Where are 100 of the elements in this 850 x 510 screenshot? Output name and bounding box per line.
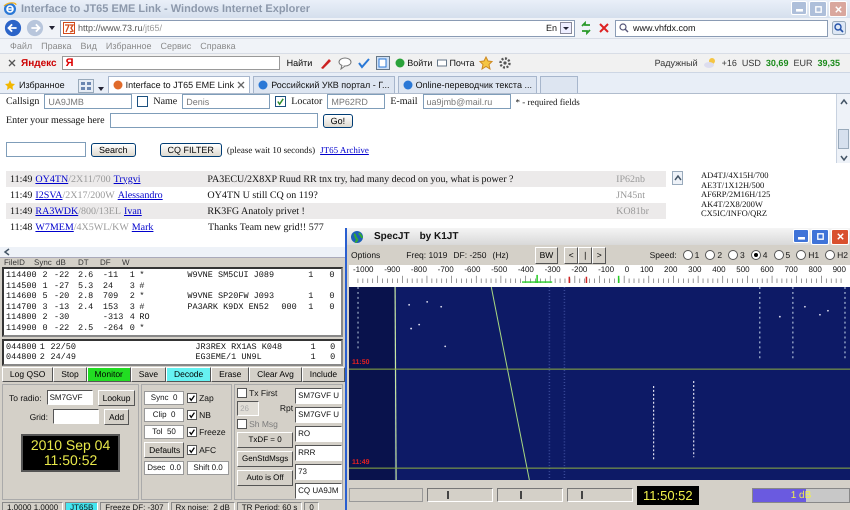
options-menu[interactable]: Options	[351, 250, 380, 260]
address-bar[interactable]: http://www.73.ru/jt65/ En	[60, 20, 575, 36]
station-entry[interactable]: AK4T/2X8/200W	[701, 200, 770, 209]
checkbox[interactable]	[137, 96, 148, 107]
mail-button[interactable]: Почта	[437, 58, 474, 68]
operator-name-link[interactable]: Alessandro	[118, 190, 163, 200]
control-button[interactable]: Log QSO	[2, 366, 54, 382]
document-icon[interactable]	[376, 56, 390, 70]
add-button[interactable]: Add	[104, 408, 130, 425]
lookup-button[interactable]: Lookup	[98, 390, 136, 406]
browser-tab[interactable]: Interface to JT65 EME Link	[108, 76, 250, 93]
checkbox[interactable]: Tx First	[237, 388, 294, 398]
navigation-button[interactable]: >	[592, 246, 606, 264]
slider-track[interactable]	[427, 488, 493, 502]
slider-handle[interactable]	[447, 491, 450, 499]
browser-tab[interactable]: Online-переводчик текста ...	[398, 76, 537, 93]
checkbox[interactable]: NB	[187, 408, 230, 422]
bandwidth-button[interactable]: BW	[534, 246, 558, 264]
login-button[interactable]: Войти	[395, 58, 432, 68]
control-button[interactable]: Clear Avg	[249, 366, 302, 382]
control-button[interactable]: Include	[302, 366, 345, 382]
scrollbar[interactable]	[836, 94, 850, 163]
speech-bubble-icon[interactable]	[338, 56, 352, 70]
pen-icon[interactable]	[319, 56, 334, 70]
archive-link[interactable]: JT65 Archive	[320, 144, 369, 154]
speed-radio[interactable]: H2	[825, 250, 848, 260]
tx-message-field[interactable]: SM7GVF U	[295, 406, 342, 423]
callsign-field[interactable]: UA9JMB	[44, 94, 132, 109]
checkbox[interactable]: AFC	[187, 442, 230, 458]
tx-message-field[interactable]: CQ UA9JM	[295, 482, 342, 499]
site-icon	[112, 80, 123, 90]
callsign-link[interactable]: RA3WDK	[35, 206, 78, 216]
check-icon[interactable]	[357, 56, 372, 70]
message-time: 11:49	[10, 190, 32, 200]
name-field[interactable]: Denis	[182, 94, 270, 109]
scrollbar-thumb[interactable]	[838, 129, 849, 149]
search-button[interactable]: Search	[91, 142, 136, 156]
slider-track[interactable]	[497, 488, 563, 502]
callsign-link[interactable]: I2SVA	[35, 190, 62, 200]
slider-handle[interactable]	[580, 491, 583, 499]
caret-icon[interactable]	[48, 24, 56, 32]
station-entry[interactable]: CX5IC/INFO/QRZ	[701, 209, 770, 218]
checkbox[interactable]	[275, 96, 286, 107]
close-icon[interactable]	[237, 81, 246, 89]
scroll-up-button[interactable]	[672, 171, 683, 185]
scrollbar[interactable]	[0, 247, 345, 258]
navigation-button[interactable]: |	[578, 246, 592, 264]
tx-message-field[interactable]: SM7GVF U	[295, 388, 342, 404]
maximize-button[interactable]	[811, 228, 829, 244]
search-button[interactable]	[832, 21, 846, 35]
close-icon[interactable]	[8, 59, 16, 67]
checkbox[interactable]: Freeze	[187, 424, 230, 439]
message-field[interactable]	[110, 113, 318, 128]
settings-icon[interactable]	[498, 56, 512, 70]
slider-handle[interactable]	[520, 491, 522, 499]
favorites-button[interactable]: Избранное	[4, 77, 75, 93]
tx-button[interactable]: GenStdMsgs	[237, 450, 294, 467]
speed-radio[interactable]: H1	[796, 250, 820, 260]
callsign-link[interactable]: W7MEM	[35, 222, 74, 232]
yandex-search-field[interactable]: Я	[62, 56, 280, 70]
dropdown-icon[interactable]	[560, 22, 572, 34]
operator-name-link[interactable]: Trygvi	[114, 174, 140, 184]
operator-name-link[interactable]: Ivan	[124, 206, 142, 216]
navigation-button[interactable]: <	[564, 246, 578, 264]
email-field[interactable]: ua9jmb@mail.ru	[422, 94, 511, 109]
close-button[interactable]	[831, 228, 849, 244]
tx-button[interactable]: Auto is Off	[237, 470, 294, 486]
language-indicator[interactable]: En	[546, 23, 557, 33]
control-button[interactable]: Monitor	[86, 366, 131, 382]
toolbar-logo[interactable]: Яндекс	[21, 58, 57, 68]
station-entry[interactable]: AF6RP/2M16H/125	[701, 190, 770, 200]
operator-name-link[interactable]: Mark	[132, 222, 154, 232]
tx-message-field[interactable]: RRR	[295, 444, 342, 461]
control-button[interactable]: Stop	[53, 366, 87, 382]
tx-message-field[interactable]: 73	[295, 464, 342, 480]
to-radio-field[interactable]: SM7GVF	[46, 390, 93, 406]
go-button[interactable]: Go!	[322, 114, 354, 128]
refresh-icon[interactable]	[579, 21, 593, 35]
control-button[interactable]: Save	[130, 366, 166, 382]
slider-track[interactable]	[567, 488, 633, 502]
stop-icon[interactable]	[597, 21, 611, 35]
browser-tab[interactable]: Российский УКВ портал - Г...	[253, 76, 395, 93]
star-icon[interactable]	[479, 56, 494, 70]
tx-message-field[interactable]: RO	[295, 426, 342, 442]
find-button[interactable]: Найти	[284, 58, 314, 68]
locator-field[interactable]: MP62RD	[327, 94, 386, 109]
control-button[interactable]: Erase	[211, 366, 250, 382]
search-field[interactable]	[6, 142, 86, 157]
cq-filter-button[interactable]: CQ FILTER	[160, 142, 222, 156]
defaults-button[interactable]: Defaults	[144, 442, 184, 458]
station-entry[interactable]: AE3T/1X12H/500	[701, 180, 770, 190]
control-button[interactable]: Decode	[166, 366, 212, 382]
station-entry[interactable]: AD4TJ/4X15H/700	[701, 171, 770, 180]
grid-field[interactable]	[52, 409, 99, 424]
back-button[interactable]	[4, 19, 22, 37]
minimize-button[interactable]	[793, 228, 809, 242]
tx-button[interactable]: TxDF = 0	[237, 432, 294, 448]
checkbox[interactable]: Zap	[187, 390, 230, 405]
search-field[interactable]: www.vhfdx.com	[615, 20, 828, 36]
callsign-link[interactable]: OY4TN	[35, 174, 68, 184]
